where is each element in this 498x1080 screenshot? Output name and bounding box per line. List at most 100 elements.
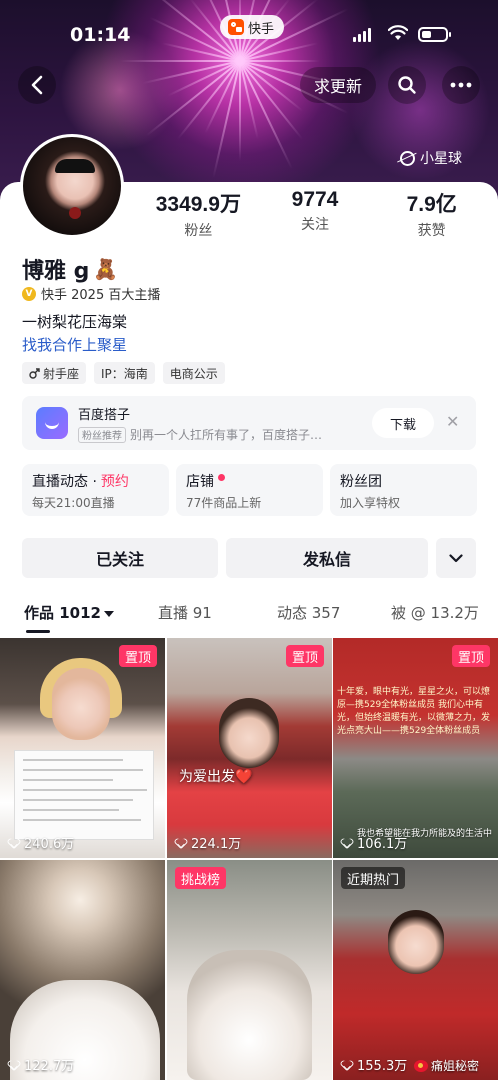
feature-title-text: 粉丝团 [340,474,382,490]
video-tile[interactable]: 122.7万 [0,860,165,1080]
ad-description: 别再一个人扛所有事了，百度搭子… [130,428,323,442]
tab-mentioned[interactable]: 被 @ 13.2万 [391,602,479,623]
stat-value: 9774 [291,188,339,211]
thumbnail-detail [388,910,444,974]
tab-label: 被 @ 13.2万 [391,604,479,622]
feature-title: 粉丝团 [340,471,467,491]
close-icon[interactable]: ✕ [446,412,459,431]
male-icon [29,367,40,379]
feature-reserve[interactable]: 预约 [101,471,129,491]
wifi-icon [388,25,408,40]
heart-icon [8,837,20,849]
pinned-badge: 置顶 [118,645,157,667]
back-button[interactable] [18,66,56,104]
expand-button[interactable] [436,538,476,578]
ad-badge: 粉丝推荐 [78,426,126,443]
pinned-badge: 置顶 [451,645,490,667]
video-tile[interactable]: 挑战榜 [167,860,332,1080]
like-count-value: 155.3万 [357,1059,408,1074]
tab-label: 直播 91 [158,604,212,622]
video-tile[interactable]: 近期热门 155.3万 [333,860,498,1080]
tab-live[interactable]: 直播 91 [158,602,212,623]
more-dots-icon [450,82,472,88]
ad-title: 百度搭子 [78,408,131,423]
stat-label: 获赞 [417,223,446,239]
stat-value: 7.9亿 [406,193,457,216]
stat-label: 关注 [301,217,329,233]
tab-dynamics[interactable]: 动态 357 [277,602,340,623]
signal-icon [353,28,371,42]
tab-works[interactable]: 作品 1012 [24,602,114,623]
stat-value: 3349.9万 [155,193,241,216]
tab-underline [26,630,50,633]
chevron-down-icon [449,553,463,562]
kuaishou-chip-label: 快手 [248,21,275,37]
like-count: 240.6万 [8,833,74,852]
stat-likes[interactable]: 7.9亿 获赞 [373,188,490,240]
avatar-rose-detail [69,207,81,219]
weibo-logo-icon [414,1059,428,1072]
video-grid: 置顶 240.6万 置顶 为爱出发❤️ 224.1万 十年爱，眼中有光，星星之火… [0,638,498,1080]
feature-fan-club[interactable]: 粉丝团 加入享特权 [330,464,477,516]
feature-title-text: 店铺 [186,474,214,490]
video-tile[interactable]: 十年爱，眼中有光，星星之火，可以燎原—携529全体粉丝成员 我们心中有光，但始终… [333,638,498,858]
verified-badge[interactable]: V 快手 2025 百大主播 [22,284,160,303]
feature-subtitle: 77件商品上新 [186,496,262,510]
tag-label: IP：海南 [101,366,148,381]
content-tabs: 作品 1012 直播 91 动态 357 被 @ 13.2万 [0,602,498,633]
request-update-button[interactable]: 求更新 [300,67,377,103]
notification-dot [218,473,225,481]
send-message-button[interactable]: 发私信 [226,538,428,578]
planet-icon [400,150,415,166]
like-count-value: 224.1万 [191,837,242,852]
status-bar: 01:14 快手 [0,0,498,70]
feature-subtitle: 每天21:00直播 [32,496,115,510]
like-count: 224.1万 [175,833,241,852]
like-count-value: 240.6万 [24,837,75,852]
small-planet-button[interactable]: 小星球 [400,148,462,168]
ad-banner[interactable]: 百度搭子 粉丝推荐 别再一个人扛所有事了，百度搭子… 下载 ✕ [22,396,476,450]
tab-label: 作品 1012 [24,604,101,622]
heart-icon [8,1059,20,1071]
video-tile[interactable]: 置顶 为爱出发❤️ 224.1万 [167,638,332,858]
ad-download-button[interactable]: 下载 [372,408,434,438]
tag-label: 电商公示 [169,366,218,381]
heart-icon [341,837,353,849]
like-count-value: 106.1万 [357,837,408,852]
followed-button[interactable]: 已关注 [22,538,218,578]
like-count-value: 122.7万 [24,1059,75,1074]
trending-badge: 近期热门 [341,867,406,889]
profile-name-text: 博雅 g [22,259,90,284]
feature-title: 直播动态 · 预约 [32,471,159,491]
kuaishou-logo-icon [228,19,244,35]
cooperation-link[interactable]: 找我合作上聚星 [22,334,127,355]
video-banner-text: 十年爱，眼中有光，星星之火，可以燎原—携529全体粉丝成员 我们心中有光，但始终… [337,687,491,736]
tag-ip: IP：海南 [94,362,155,384]
like-count: 155.3万 [341,1055,407,1074]
tag-ecommerce[interactable]: 电商公示 [162,362,225,384]
avatar[interactable] [20,134,124,238]
like-count: 122.7万 [8,1055,74,1074]
feature-shop[interactable]: 店铺 77件商品上新 [176,464,323,516]
ad-subtitle: 粉丝推荐 别再一个人扛所有事了，百度搭子… [78,426,322,443]
video-caption: 为爱出发❤️ [179,769,253,785]
search-button[interactable] [388,66,426,104]
feature-subtitle: 加入享特权 [340,496,401,510]
heart-icon [175,837,187,849]
like-count: 106.1万 [341,833,407,852]
profile-bio: 一树梨花压海棠 [22,313,128,331]
firework-ray [239,61,241,161]
tag-zodiac: 射手座 [22,362,87,384]
stat-fans[interactable]: 3349.9万 粉丝 [140,188,257,240]
battery-icon [418,27,451,42]
feature-live[interactable]: 直播动态 · 预约 每天21:00直播 [22,464,169,516]
thumbnail-detail [52,668,110,740]
more-button[interactable] [442,66,480,104]
stat-following[interactable]: 9774 关注 [257,188,374,240]
weibo-watermark: 痛姐秘密 [414,1057,479,1074]
kuaishou-chip: 快手 [220,15,285,39]
video-tile[interactable]: 置顶 240.6万 [0,638,165,858]
pinned-badge: 置顶 [285,645,324,667]
stat-label: 粉丝 [184,223,213,239]
verified-label: 快手 2025 百大主播 [41,288,161,303]
